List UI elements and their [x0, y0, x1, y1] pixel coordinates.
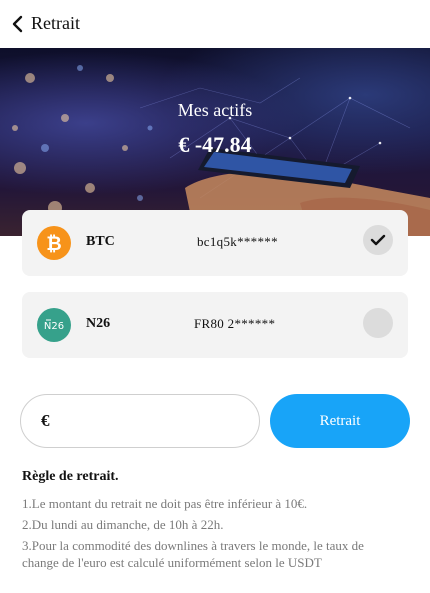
bitcoin-icon: ₿ — [37, 226, 71, 260]
rule-item: 2.Du lundi au dimanche, de 10h à 22h. — [22, 517, 224, 532]
account-name: N26 — [86, 316, 111, 331]
unselected-radio[interactable] — [363, 308, 393, 338]
rule-item: 3.Pour la commodité des downlines à trav… — [22, 538, 364, 570]
account-name: BTC — [86, 234, 115, 249]
amount-input[interactable] — [61, 403, 246, 441]
account-card-n26[interactable]: N26 N26 FR80 2****** — [22, 292, 408, 358]
svg-text:₿: ₿ — [46, 233, 61, 255]
page-title: Retrait — [31, 13, 80, 33]
assets-banner: Mes actifs € -47.84 — [0, 48, 430, 236]
account-address: bc1q5k****** — [197, 234, 278, 249]
back-arrow-icon[interactable] — [10, 14, 28, 34]
rule-item: 1.Le montant du retrait ne doit pas être… — [22, 496, 308, 511]
selected-checkmark-icon[interactable] — [363, 225, 393, 255]
account-address: FR80 2****** — [194, 316, 276, 331]
n26-icon: N26 — [37, 308, 71, 342]
svg-text:N26: N26 — [44, 321, 64, 332]
rules-title: Règle de retrait. — [22, 469, 119, 484]
header-bar: Retrait — [0, 0, 430, 48]
amount-field[interactable]: € — [20, 394, 260, 448]
assets-balance: € -47.84 — [178, 132, 252, 157]
currency-symbol: € — [41, 411, 50, 430]
withdraw-button[interactable]: Retrait — [270, 394, 410, 448]
account-card-btc[interactable]: ₿ BTC bc1q5k****** — [22, 210, 408, 276]
assets-label: Mes actifs — [177, 100, 253, 120]
